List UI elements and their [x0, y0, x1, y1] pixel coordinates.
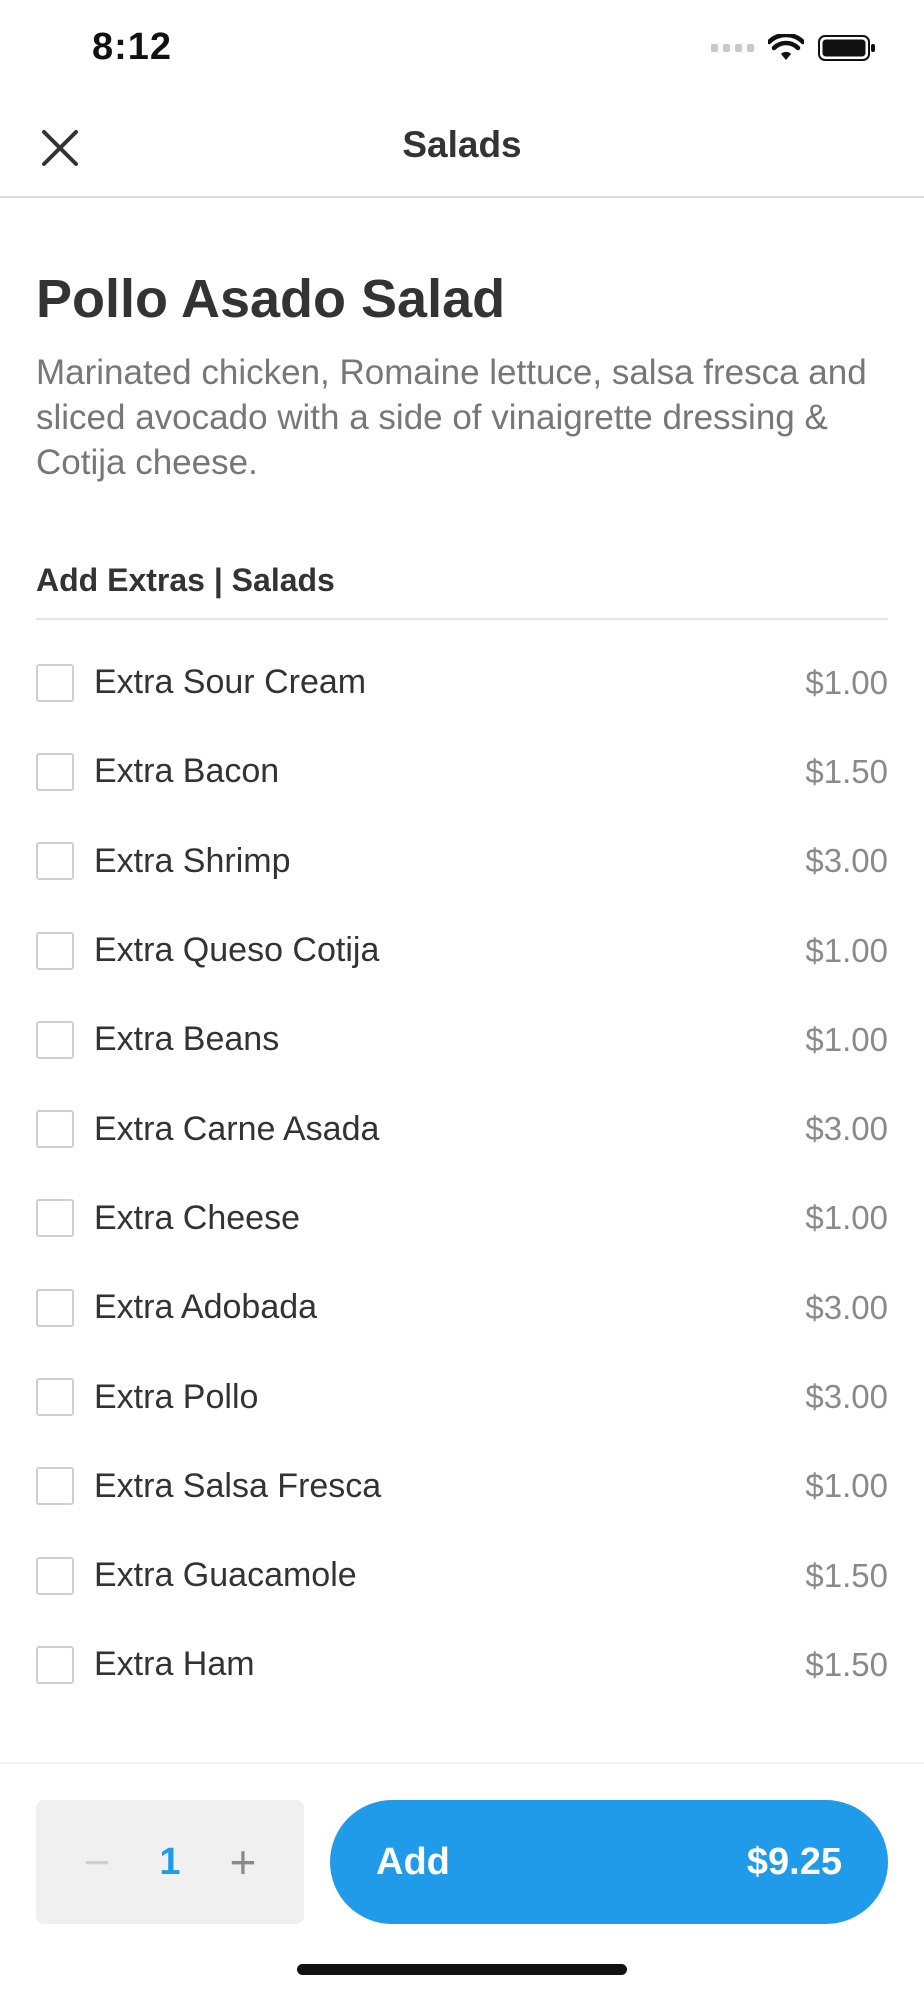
extra-checkbox[interactable]: [36, 1020, 74, 1059]
extra-option-row[interactable]: Extra Adobada $3.00: [36, 1263, 888, 1352]
extra-label: Extra Ham: [94, 1645, 255, 1684]
extra-checkbox[interactable]: [36, 752, 74, 791]
status-icons: [711, 34, 876, 62]
extra-price: $3.00: [805, 842, 888, 880]
extra-price: $1.50: [805, 1556, 888, 1594]
extra-option-row[interactable]: Extra Salsa Fresca $1.00: [36, 1442, 888, 1531]
item-description: Marinated chicken, Romaine lettuce, sals…: [36, 353, 867, 482]
add-button-label: Add: [376, 1840, 450, 1883]
extra-price: $1.50: [805, 1645, 888, 1683]
extra-option-row[interactable]: Extra Carne Asada $3.00: [36, 1084, 888, 1173]
extra-price: $1.00: [805, 1199, 888, 1237]
extra-label: Extra Guacamole: [94, 1556, 357, 1595]
extra-checkbox[interactable]: [36, 1110, 74, 1149]
extra-label: Extra Salsa Fresca: [94, 1466, 382, 1505]
extra-option-row[interactable]: Extra Cheese $1.00: [36, 1174, 888, 1263]
extra-checkbox[interactable]: [36, 1467, 74, 1506]
extra-price: $3.00: [805, 1378, 888, 1416]
extra-checkbox[interactable]: [36, 842, 74, 881]
extra-checkbox[interactable]: [36, 1378, 74, 1417]
extra-price: $3.00: [805, 1110, 888, 1148]
extra-option-row[interactable]: Extra Bacon $1.50: [36, 727, 888, 816]
extra-price: $1.50: [805, 752, 888, 790]
extra-checkbox[interactable]: [36, 1645, 74, 1684]
extra-label: Extra Shrimp: [94, 841, 291, 880]
quantity-stepper: − 1 +: [36, 1800, 304, 1924]
extra-label: Extra Beans: [94, 1020, 280, 1059]
extra-option-row[interactable]: Extra Guacamole $1.50: [36, 1531, 888, 1620]
extras-section-title: Add Extras | Salads: [36, 562, 335, 598]
extra-option-row[interactable]: Extra Shrimp $3.00: [36, 817, 888, 906]
decrease-quantity-button[interactable]: −: [72, 1836, 122, 1888]
status-bar: 8:12: [0, 0, 924, 100]
add-to-cart-button[interactable]: Add $9.25: [330, 1800, 888, 1924]
extra-option-row[interactable]: Extra Pollo $3.00: [36, 1352, 888, 1441]
extra-option-row[interactable]: Extra Sour Cream $1.00: [36, 638, 888, 727]
extra-checkbox[interactable]: [36, 1556, 74, 1595]
extra-label: Extra Queso Cotija: [94, 931, 380, 970]
status-time: 8:12: [92, 26, 173, 68]
add-button-price: $9.25: [746, 1840, 842, 1883]
extra-checkbox[interactable]: [36, 1199, 74, 1238]
nav-title: Salads: [402, 124, 522, 165]
battery-icon: [818, 35, 875, 61]
item-title: Pollo Asado Salad: [36, 269, 506, 329]
extras-section-header: Add Extras | Salads: [36, 556, 888, 620]
increase-quantity-button[interactable]: +: [218, 1836, 268, 1888]
extra-label: Extra Carne Asada: [94, 1109, 380, 1148]
bottom-divider: [0, 1762, 924, 1764]
extra-price: $3.00: [805, 1288, 888, 1326]
extra-label: Extra Sour Cream: [94, 663, 367, 702]
extra-price: $1.00: [805, 1020, 888, 1058]
extra-price: $1.00: [805, 931, 888, 969]
extra-price: $1.00: [805, 1467, 888, 1505]
extras-list: Extra Sour Cream $1.00 Extra Bacon $1.50…: [36, 638, 888, 1710]
extra-option-row[interactable]: Extra Ham $1.50: [36, 1620, 888, 1709]
extra-checkbox[interactable]: [36, 931, 74, 970]
extra-checkbox[interactable]: [36, 1288, 74, 1327]
extra-option-row[interactable]: Extra Beans $1.00: [36, 995, 888, 1084]
wifi-icon: [768, 34, 804, 60]
extra-price: $1.00: [805, 663, 888, 701]
home-indicator: [297, 1964, 627, 1975]
quantity-value: 1: [159, 1840, 181, 1883]
extra-label: Extra Adobada: [94, 1288, 318, 1327]
extra-label: Extra Pollo: [94, 1377, 259, 1416]
signal-icon: [711, 44, 754, 52]
extra-label: Extra Bacon: [94, 752, 280, 791]
extra-option-row[interactable]: Extra Queso Cotija $1.00: [36, 906, 888, 995]
extra-checkbox[interactable]: [36, 663, 74, 702]
extra-label: Extra Cheese: [94, 1198, 300, 1237]
nav-bar: Salads: [0, 100, 924, 198]
